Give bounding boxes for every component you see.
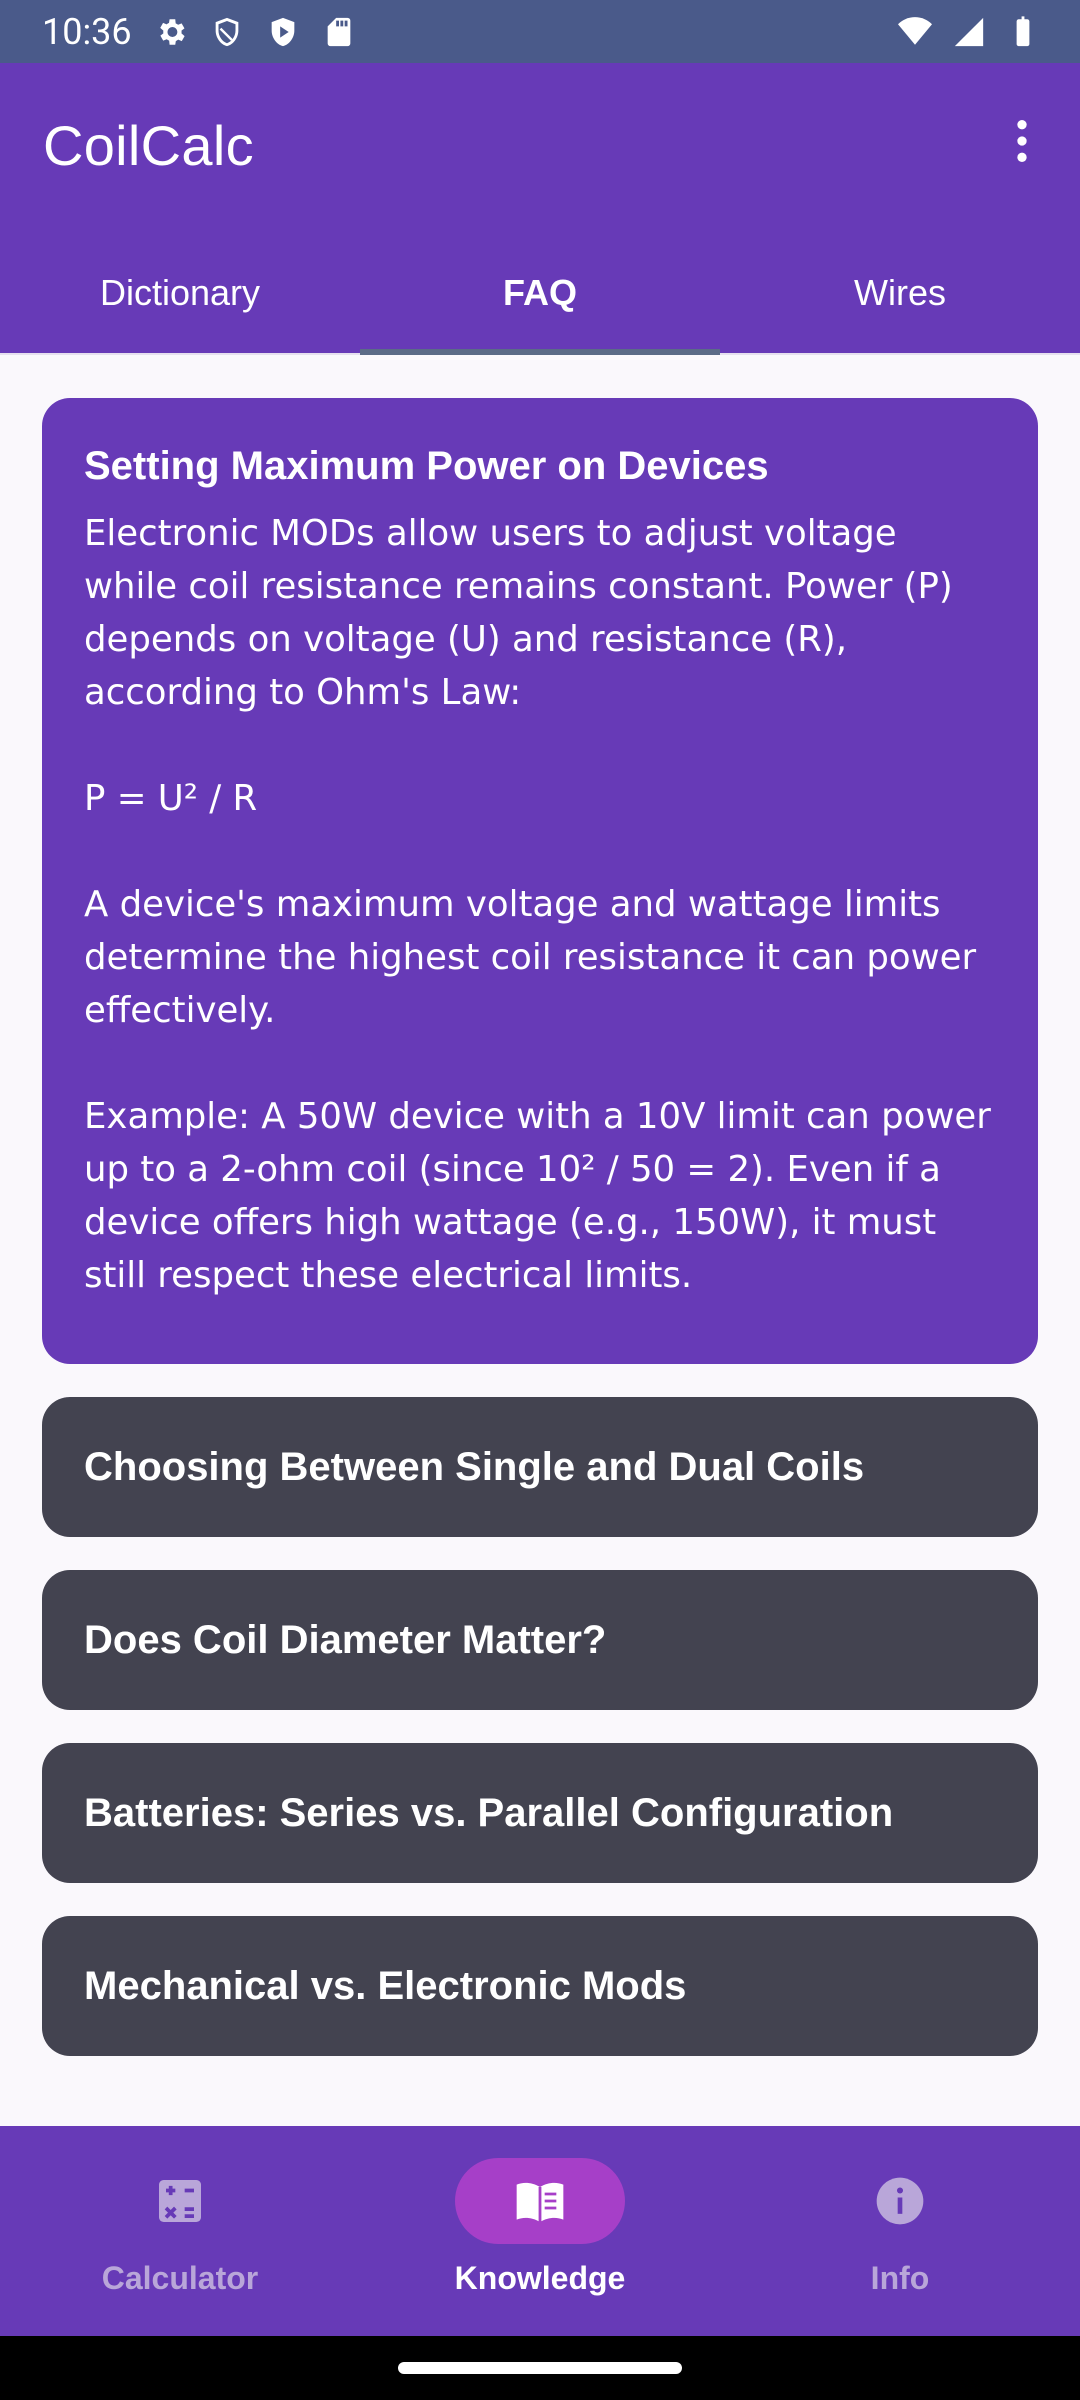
app-title: CoilCalc — [43, 114, 254, 177]
faq-card-max-power[interactable]: Setting Maximum Power on Devices Electro… — [42, 398, 1038, 1364]
info-icon — [815, 2158, 985, 2244]
nav-label: Calculator — [101, 2260, 259, 2296]
app-bar: CoilCalc — [0, 63, 1080, 233]
system-nav-bar — [0, 2336, 1080, 2400]
shield-icon — [210, 15, 244, 49]
faq-card-coil-diameter[interactable]: Does Coil Diameter Matter? — [42, 1570, 1038, 1710]
tab-wires[interactable]: Wires — [720, 233, 1080, 353]
faq-list: Setting Maximum Power on Devices Electro… — [42, 398, 1038, 2089]
more-vertical-icon[interactable] — [994, 113, 1050, 169]
book-icon — [455, 2158, 625, 2244]
faq-title: Does Coil Diameter Matter? — [84, 1617, 607, 1662]
status-time: 10:36 — [42, 10, 132, 53]
tab-bar: Dictionary FAQ Wires — [0, 233, 1080, 355]
nav-calculator[interactable]: Calculator — [0, 2126, 360, 2336]
nav-knowledge[interactable]: Knowledge — [360, 2126, 720, 2336]
signal-icon — [952, 15, 986, 49]
nav-info[interactable]: Info — [720, 2126, 1080, 2336]
nav-label: Knowledge — [454, 2260, 626, 2296]
bottom-navigation: Calculator Knowledge Info — [0, 2126, 1080, 2336]
faq-title: Batteries: Series vs. Parallel Configura… — [84, 1790, 894, 1835]
nav-label: Info — [870, 2260, 930, 2296]
faq-card-batteries[interactable]: Batteries: Series vs. Parallel Configura… — [42, 1743, 1038, 1883]
faq-body: Electronic MODs allow users to adjust vo… — [84, 513, 991, 1296]
wifi-icon — [898, 15, 932, 49]
tab-faq[interactable]: FAQ — [360, 233, 720, 355]
tab-dictionary[interactable]: Dictionary — [0, 233, 360, 353]
sd-card-icon — [322, 15, 356, 49]
faq-card-single-dual[interactable]: Choosing Between Single and Dual Coils — [42, 1397, 1038, 1537]
status-bar: 10:36 — [0, 0, 1080, 63]
faq-title: Setting Maximum Power on Devices — [84, 444, 769, 488]
play-shield-icon — [266, 15, 300, 49]
faq-card-mods[interactable]: Mechanical vs. Electronic Mods — [42, 1916, 1038, 2056]
faq-title: Choosing Between Single and Dual Coils — [84, 1444, 865, 1489]
faq-title: Mechanical vs. Electronic Mods — [84, 1963, 687, 2008]
home-handle[interactable] — [398, 2362, 682, 2374]
calculator-icon — [95, 2158, 265, 2244]
gear-icon — [154, 15, 188, 49]
battery-icon — [1006, 15, 1040, 49]
